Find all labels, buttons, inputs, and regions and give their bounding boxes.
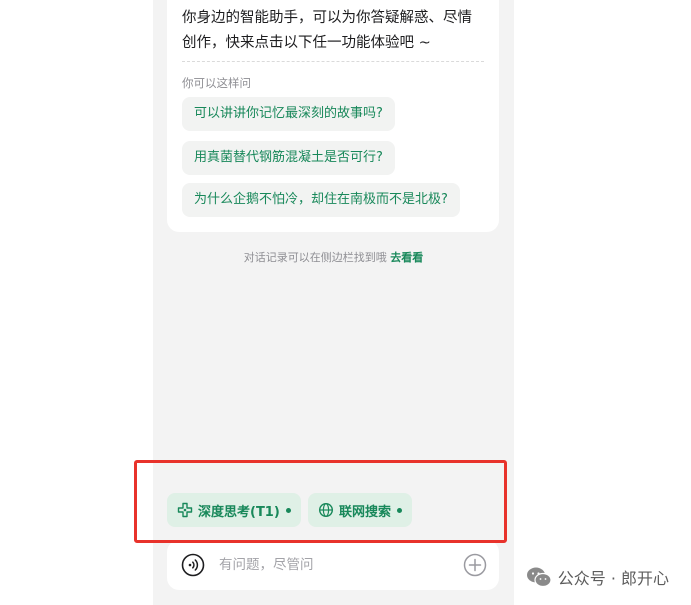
screen: 你身边的智能助手，可以为你答疑解惑、尽情创作，快来点击以下任一功能体验吧 ~ 你… (0, 0, 691, 605)
intro-text: 你身边的智能助手，可以为你答疑解惑、尽情创作，快来点击以下任一功能体验吧 ~ (182, 10, 472, 51)
history-link[interactable]: 去看看 (390, 251, 423, 264)
suggestion-chip-1[interactable]: 可以讲讲你记忆最深刻的故事吗? (182, 97, 395, 131)
watermark-text: 公众号 · 郎开心 (557, 569, 669, 588)
intro-card: 你身边的智能助手，可以为你答疑解惑、尽情创作，快来点击以下任一功能体验吧 ~ 你… (167, 0, 499, 232)
voice-icon[interactable] (181, 553, 205, 577)
question-input[interactable] (219, 554, 449, 576)
plus-icon[interactable] (463, 553, 487, 577)
input-bar (167, 540, 499, 590)
history-note: 对话记录可以在侧边栏找到哦 去看看 (153, 249, 514, 265)
suggestion-chip-3[interactable]: 为什么企鹅不怕冷，却住在南极而不是北极? (182, 183, 460, 217)
dashed-divider (182, 61, 484, 62)
wechat-icon (526, 567, 552, 588)
watermark: 公众号 · 郎开心 (526, 565, 669, 589)
suggestions-label: 你可以这样问 (182, 76, 251, 90)
highlight-annotation-box (134, 460, 507, 543)
suggestion-chip-2[interactable]: 用真菌替代钢筋混凝土是否可行? (182, 141, 395, 175)
history-note-text: 对话记录可以在侧边栏找到哦 (243, 251, 387, 264)
